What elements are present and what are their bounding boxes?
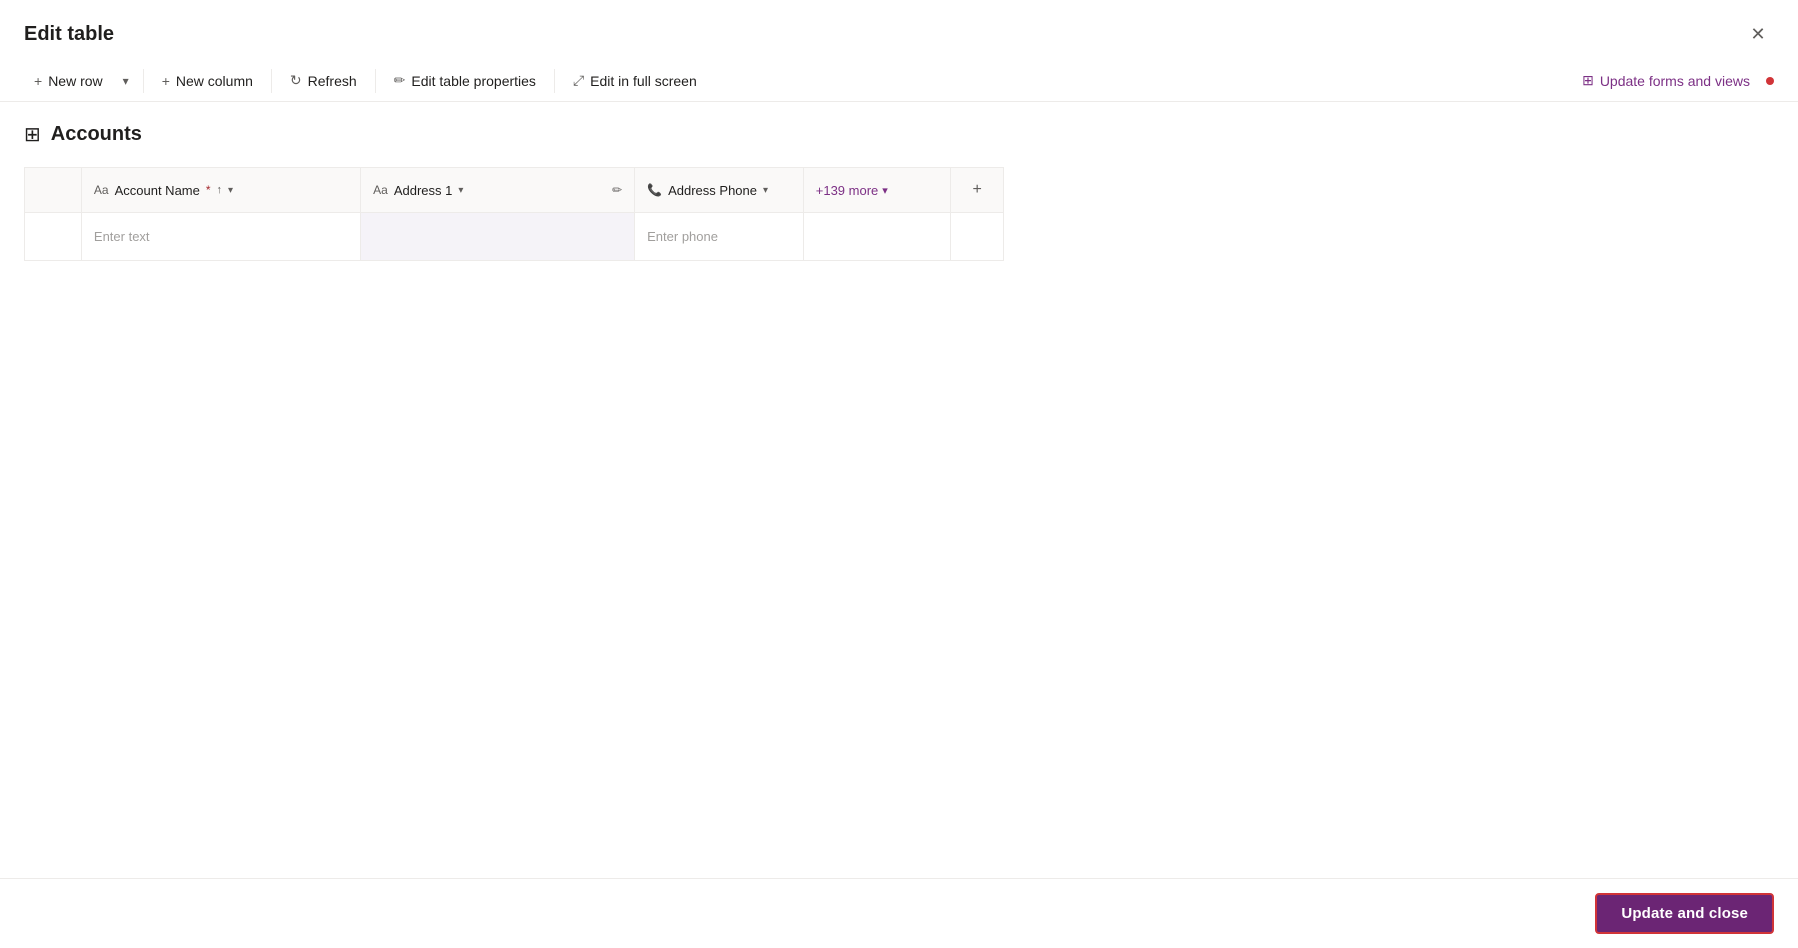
new-column-button[interactable]: + New column	[152, 67, 263, 95]
toolbar: + New row ▾ + New column ↻ Refresh ✏	[0, 60, 1798, 102]
update-forms-button[interactable]: ⊞ Update forms and views	[1572, 66, 1760, 95]
content-area: ⊞ Accounts Aa Account Name *	[0, 102, 1798, 878]
table-header-row: Aa Account Name * ↑ ▾ Aa Address 1 ▾	[25, 168, 1004, 213]
table-grid-icon: ⊞	[24, 122, 41, 147]
toolbar-divider-1	[143, 69, 144, 93]
th-address1-label: Address 1	[394, 183, 453, 198]
toolbar-left: + New row ▾ + New column ↻ Refresh ✏	[24, 66, 707, 95]
th-address1-edit-icon[interactable]: ✏	[612, 183, 622, 197]
table-name: Accounts	[51, 123, 142, 146]
edit-fullscreen-button[interactable]: ⤢ Edit in full screen	[563, 66, 707, 95]
toolbar-divider-4	[554, 69, 555, 93]
th-account-name-sort-icon[interactable]: ↑	[217, 184, 223, 196]
refresh-label: Refresh	[308, 73, 357, 89]
more-columns-label: +139 more	[816, 183, 879, 198]
th-account-name-dropdown-icon[interactable]: ▾	[228, 185, 233, 196]
title-bar: Edit table ✕	[0, 0, 1798, 60]
td-address1[interactable]	[361, 213, 635, 261]
th-account-name-icon: Aa	[94, 183, 109, 197]
th-add-column[interactable]: +	[951, 168, 1004, 213]
th-address1-icon: Aa	[373, 183, 388, 197]
modal-title: Edit table	[24, 23, 114, 46]
th-account-name-required: *	[206, 183, 211, 197]
table-row: Enter text Enter phone	[25, 213, 1004, 261]
th-address-phone-dropdown-icon[interactable]: ▾	[763, 185, 768, 196]
td-row-num	[25, 213, 82, 261]
fullscreen-icon: ⤢	[573, 72, 584, 89]
th-address-phone[interactable]: 📞 Address Phone ▾	[635, 168, 804, 213]
toolbar-divider-3	[375, 69, 376, 93]
toolbar-right: ⊞ Update forms and views	[1572, 66, 1774, 95]
pencil-icon: ✏	[394, 72, 406, 89]
more-columns-chevron-icon: ▾	[882, 184, 888, 197]
chevron-down-icon: ▾	[123, 74, 129, 88]
td-add	[951, 213, 1004, 261]
footer: Update and close	[0, 878, 1798, 948]
edit-fullscreen-label: Edit in full screen	[590, 73, 697, 89]
plus-icon: +	[34, 73, 42, 89]
table-title-row: ⊞ Accounts	[24, 122, 1774, 147]
th-more-columns[interactable]: +139 more ▾	[803, 168, 951, 213]
th-address1-dropdown-icon[interactable]: ▾	[458, 185, 463, 196]
refresh-button[interactable]: ↻ Refresh	[280, 66, 367, 95]
new-row-dropdown-button[interactable]: ▾	[117, 68, 135, 94]
th-address1[interactable]: Aa Address 1 ▾ ✏	[361, 168, 635, 213]
close-button[interactable]: ✕	[1742, 18, 1774, 50]
td-account-name[interactable]: Enter text	[81, 213, 360, 261]
toolbar-divider-2	[271, 69, 272, 93]
new-row-label: New row	[48, 73, 102, 89]
refresh-icon: ↻	[290, 72, 302, 89]
plus-icon-2: +	[162, 73, 170, 89]
th-row-num	[25, 168, 82, 213]
td-address-phone-placeholder: Enter phone	[647, 229, 718, 244]
edit-table-properties-button[interactable]: ✏ Edit table properties	[384, 66, 546, 95]
notification-dot	[1766, 77, 1774, 85]
update-forms-label: Update forms and views	[1600, 73, 1750, 89]
th-account-name-label: Account Name	[115, 183, 200, 198]
td-account-name-placeholder: Enter text	[94, 229, 150, 244]
td-more	[803, 213, 951, 261]
new-column-label: New column	[176, 73, 253, 89]
update-forms-icon: ⊞	[1582, 72, 1594, 89]
th-account-name[interactable]: Aa Account Name * ↑ ▾	[81, 168, 360, 213]
update-and-close-button[interactable]: Update and close	[1595, 893, 1774, 934]
th-address-phone-label: Address Phone	[668, 183, 757, 198]
edit-table-props-label: Edit table properties	[411, 73, 536, 89]
edit-table-modal: Edit table ✕ + New row ▾ + New column ↻	[0, 0, 1798, 948]
th-address-phone-icon: 📞	[647, 183, 662, 197]
add-column-button[interactable]: +	[964, 177, 989, 203]
td-address-phone[interactable]: Enter phone	[635, 213, 804, 261]
new-row-button[interactable]: + New row	[24, 67, 113, 95]
data-table: Aa Account Name * ↑ ▾ Aa Address 1 ▾	[24, 167, 1004, 261]
